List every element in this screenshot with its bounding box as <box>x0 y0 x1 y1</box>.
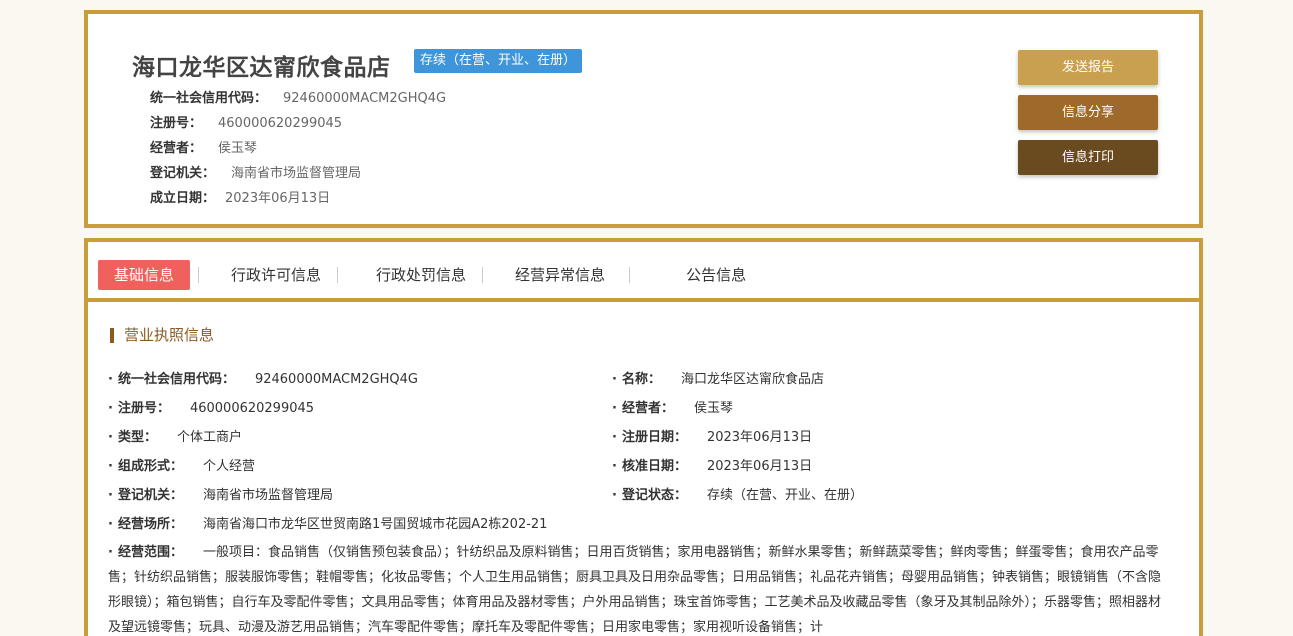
meta-reg-number: 注册号： 460000620299045 <box>150 112 342 131</box>
field-approval-date: · 核准日期： 2023年06月13日 <box>612 459 813 474</box>
meta-label: 经营者： <box>150 141 203 156</box>
meta-label: 成立日期： <box>150 191 216 206</box>
field-value: 个体工商户 <box>176 430 242 445</box>
field-type: · 类型： 个体工商户 <box>108 430 242 445</box>
field-reg-status: · 登记状态： 存续（在营、开业、在册） <box>612 488 863 503</box>
meta-value: 侯玉琴 <box>218 141 258 156</box>
meta-authority: 登记机关： 海南省市场监督管理局 <box>150 162 361 181</box>
field-label: 经营者： <box>621 401 674 416</box>
tab-abnormal-operation[interactable]: 经营异常信息 <box>499 260 621 290</box>
field-value: 个人经营 <box>202 459 255 474</box>
field-value: 存续（在营、开业、在册） <box>706 488 863 503</box>
field-label: 登记机关： <box>117 488 183 503</box>
tab-basic-info[interactable]: 基础信息 <box>98 260 191 290</box>
field-value: 海口龙华区达甯欣食品店 <box>680 372 824 387</box>
meta-credit-code: 统一社会信用代码： 92460000MACM2GHQ4G <box>150 87 446 106</box>
tab-admin-license[interactable]: 行政许可信息 <box>215 260 337 290</box>
meta-operator: 经营者： 侯玉琴 <box>150 137 257 156</box>
field-value: 2023年06月13日 <box>706 459 813 474</box>
field-label: 经营场所： <box>117 517 183 532</box>
field-authority: · 登记机关： 海南省市场监督管理局 <box>108 488 333 503</box>
meta-label: 统一社会信用代码： <box>150 91 268 106</box>
field-label: 统一社会信用代码： <box>117 372 235 387</box>
meta-label: 注册号： <box>150 116 203 131</box>
field-value: 2023年06月13日 <box>706 430 813 445</box>
field-value: 侯玉琴 <box>693 401 733 416</box>
field-label: 注册号： <box>117 401 170 416</box>
field-label: 组成形式： <box>117 459 183 474</box>
meta-established: 成立日期： 2023年06月13日 <box>150 187 330 206</box>
field-value: 一般项目：食品销售（仅销售预包装食品）；针纺织品及原料销售；日用百货销售；家用电… <box>108 545 1162 635</box>
print-info-button[interactable]: 信息打印 <box>1018 140 1158 175</box>
company-name: 海口龙华区达甯欣食品店 <box>132 55 391 81</box>
tab-divider <box>482 267 484 283</box>
tab-admin-penalty[interactable]: 行政处罚信息 <box>360 260 482 290</box>
meta-value: 92460000MACM2GHQ4G <box>283 91 447 106</box>
field-label: 类型： <box>117 430 157 445</box>
field-business-scope: · 经营范围： 一般项目：食品销售（仅销售预包装食品）；针纺织品及原料销售；日用百货… <box>108 545 1162 635</box>
meta-label: 登记机关： <box>150 166 216 181</box>
field-label: 登记状态： <box>621 488 687 503</box>
field-label: 经营范围： <box>117 545 183 560</box>
field-value: 460000620299045 <box>189 401 315 416</box>
field-credit-code: · 统一社会信用代码： 92460000MACM2GHQ4G <box>108 372 419 387</box>
company-header-card: 海口龙华区达甯欣食品店 存续（在营、开业、在册） 统一社会信用代码： 924600… <box>84 10 1203 228</box>
meta-value: 海南省市场监督管理局 <box>231 166 362 181</box>
field-value: 海南省市场监督管理局 <box>202 488 333 503</box>
tab-bar: 基础信息 行政许可信息 行政处罚信息 经营异常信息 公告信息 <box>98 259 762 291</box>
field-composition: · 组成形式： 个人经营 <box>108 459 255 474</box>
send-report-button[interactable]: 发送报告 <box>1018 50 1158 85</box>
tab-announcements[interactable]: 公告信息 <box>670 260 762 290</box>
field-operator: · 经营者： 侯玉琴 <box>612 401 733 416</box>
field-label: 核准日期： <box>621 459 687 474</box>
field-business-address: · 经营场所： 海南省海口市龙华区世贸南路1号国贸城市花园A2栋202-21 <box>108 517 548 532</box>
tab-divider <box>629 267 631 283</box>
field-label: 名称： <box>621 372 661 387</box>
license-info-card: 营业执照信息 · 统一社会信用代码： 92460000MACM2GHQ4G · 注册号… <box>84 298 1203 636</box>
field-value: 海南省海口市龙华区世贸南路1号国贸城市花园A2栋202-21 <box>202 517 548 532</box>
meta-value: 460000620299045 <box>218 116 343 131</box>
field-reg-date: · 注册日期： 2023年06月13日 <box>612 430 813 445</box>
field-reg-number: · 注册号： 460000620299045 <box>108 401 315 416</box>
tab-divider <box>198 267 200 283</box>
section-title: 营业执照信息 <box>110 328 214 343</box>
status-badge: 存续（在营、开业、在册） <box>414 49 583 73</box>
meta-value: 2023年06月13日 <box>225 191 331 206</box>
field-name: · 名称： 海口龙华区达甯欣食品店 <box>612 372 824 387</box>
field-value: 92460000MACM2GHQ4G <box>254 372 419 387</box>
share-info-button[interactable]: 信息分享 <box>1018 95 1158 130</box>
field-label: 注册日期： <box>621 430 687 445</box>
tab-bar-card: 基础信息 行政许可信息 行政处罚信息 经营异常信息 公告信息 <box>84 238 1203 302</box>
tab-divider <box>337 267 339 283</box>
